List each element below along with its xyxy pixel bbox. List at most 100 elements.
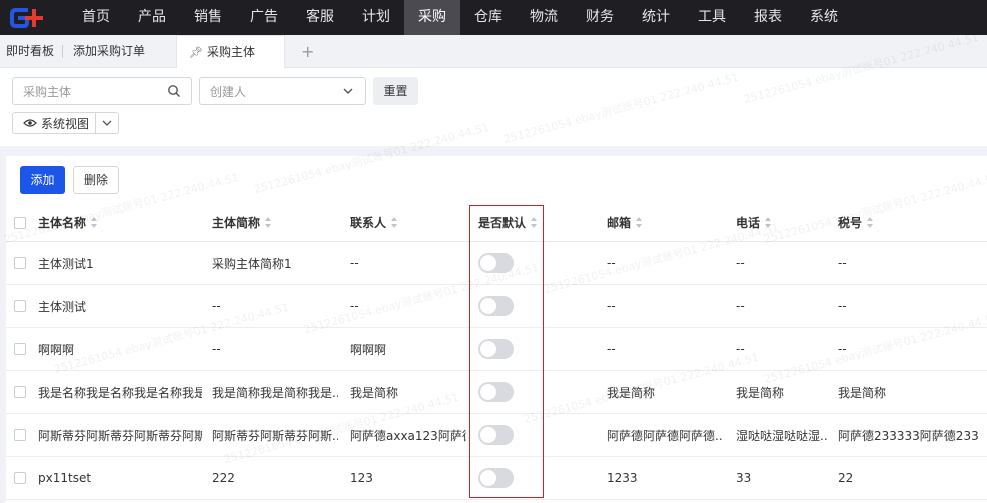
row-checkbox[interactable] bbox=[14, 343, 26, 355]
cell-phone: -- bbox=[736, 299, 745, 313]
creator-select[interactable]: 创建人 bbox=[199, 77, 366, 105]
column-label: 主体简称 bbox=[212, 216, 261, 230]
nav-item-plan[interactable]: 计划 bbox=[348, 0, 404, 35]
cell-tax: -- bbox=[838, 299, 847, 313]
column-header-short[interactable]: 主体简称 bbox=[212, 204, 272, 241]
row-checkbox[interactable] bbox=[14, 429, 26, 441]
pin-icon[interactable]: 📌︎ bbox=[189, 36, 203, 69]
cell-email: -- bbox=[607, 299, 616, 313]
creator-placeholder: 创建人 bbox=[210, 84, 247, 99]
sort-icon[interactable] bbox=[765, 217, 772, 228]
nav-item-service[interactable]: 客服 bbox=[292, 0, 348, 35]
cell-name: px11tset bbox=[38, 471, 92, 485]
table-row[interactable]: 主体测试1 采购主体简称1 -- -- -- -- bbox=[6, 242, 987, 285]
table-row[interactable]: px11tset 222 123 1233 33 22 bbox=[6, 457, 987, 500]
column-header-phone[interactable]: 电话 bbox=[736, 204, 772, 241]
tab-divider bbox=[62, 45, 63, 58]
table-card: 添加 删除 主体名称 主体简称 联系人 是否默认 邮箱 电话 税号 主体测试1 … bbox=[6, 156, 987, 503]
nav-item-purchase[interactable]: 采购 bbox=[404, 0, 460, 35]
table-row[interactable]: 阿斯蒂芬阿斯蒂芬阿斯蒂芬阿斯... 阿斯蒂芬阿斯蒂芬阿斯... 阿萨德axxa1… bbox=[6, 414, 987, 457]
nav-item-finance[interactable]: 财务 bbox=[572, 0, 628, 35]
cell-name: 我是名称我是名称我是名称我是... bbox=[38, 385, 202, 400]
sort-icon[interactable] bbox=[867, 217, 874, 228]
nav-item-sales[interactable]: 销售 bbox=[180, 0, 236, 35]
cell-tax: 22 bbox=[838, 471, 854, 485]
column-header-name[interactable]: 主体名称 bbox=[38, 204, 98, 241]
cell-email: -- bbox=[607, 342, 616, 356]
tab-purchase-subject[interactable]: 📌︎ 采购主体 bbox=[176, 35, 285, 68]
nav-item-ads[interactable]: 广告 bbox=[236, 0, 292, 35]
default-toggle[interactable] bbox=[478, 468, 514, 488]
cell-short: -- bbox=[212, 342, 221, 356]
row-checkbox[interactable] bbox=[14, 472, 26, 484]
sort-icon[interactable] bbox=[636, 217, 643, 228]
nav-item-reports[interactable]: 报表 bbox=[740, 0, 796, 35]
default-toggle[interactable] bbox=[478, 253, 514, 273]
add-button[interactable]: 添加 bbox=[20, 166, 65, 194]
column-label: 是否默认 bbox=[478, 216, 527, 230]
delete-button[interactable]: 删除 bbox=[73, 166, 119, 194]
logo-icon bbox=[10, 7, 43, 28]
nav-item-home[interactable]: 首页 bbox=[68, 0, 124, 35]
nav-item-logistics[interactable]: 物流 bbox=[516, 0, 572, 35]
default-toggle-cell bbox=[478, 371, 514, 413]
sort-icon[interactable] bbox=[531, 217, 538, 228]
nav-item-system[interactable]: 系统 bbox=[796, 0, 852, 35]
row-checkbox[interactable] bbox=[14, 257, 26, 269]
default-toggle-cell bbox=[478, 285, 514, 327]
nav-item-product[interactable]: 产品 bbox=[124, 0, 180, 35]
subject-placeholder: 采购主体 bbox=[23, 84, 72, 99]
column-label: 联系人 bbox=[350, 216, 387, 230]
cell-phone: 湿哒哒湿哒哒湿... bbox=[736, 428, 828, 443]
cell-phone: 我是简称 bbox=[736, 385, 785, 400]
default-toggle[interactable] bbox=[478, 339, 514, 359]
tab-dashboard[interactable]: 即时看板 bbox=[6, 35, 54, 68]
cell-name: 阿斯蒂芬阿斯蒂芬阿斯蒂芬阿斯... bbox=[38, 428, 202, 443]
nav-item-stats[interactable]: 统计 bbox=[628, 0, 684, 35]
column-header-contact[interactable]: 联系人 bbox=[350, 204, 398, 241]
cell-contact: 阿萨德axxa123阿萨德... bbox=[350, 428, 466, 443]
cell-contact: -- bbox=[350, 256, 359, 270]
subject-search-input[interactable]: 采购主体 bbox=[12, 77, 192, 105]
system-view-button[interactable]: 系统视图 bbox=[13, 113, 97, 133]
filter-panel: 采购主体 创建人 重置 系统视图 bbox=[0, 68, 987, 146]
view-dropdown-toggle[interactable] bbox=[96, 113, 118, 133]
row-checkbox[interactable] bbox=[14, 386, 26, 398]
cell-contact: 123 bbox=[350, 471, 373, 485]
default-toggle-cell bbox=[478, 457, 514, 499]
column-label: 税号 bbox=[838, 216, 863, 230]
sort-icon[interactable] bbox=[391, 217, 398, 228]
cell-short: 我是简称我是简称我是... bbox=[212, 385, 338, 400]
app-logo[interactable] bbox=[0, 0, 68, 35]
cell-short: 采购主体简称1 bbox=[212, 256, 292, 271]
sort-icon[interactable] bbox=[265, 217, 272, 228]
cell-short: 222 bbox=[212, 471, 235, 485]
reset-button[interactable]: 重置 bbox=[373, 77, 418, 105]
cell-tax: 我是简称 bbox=[838, 385, 887, 400]
default-toggle[interactable] bbox=[478, 382, 514, 402]
table-row[interactable]: 啊啊啊 -- 啊啊啊 -- -- -- bbox=[6, 328, 987, 371]
top-nav: 首页 产品 销售 广告 客服 计划 采购 仓库 物流 财务 统计 工具 报表 系… bbox=[0, 0, 987, 35]
column-label: 邮箱 bbox=[607, 216, 632, 230]
table-row[interactable]: 主体测试 -- -- -- -- -- bbox=[6, 285, 987, 328]
chevron-down-icon bbox=[343, 88, 353, 94]
select-all-checkbox[interactable] bbox=[14, 216, 26, 229]
default-toggle-cell bbox=[478, 414, 514, 456]
default-toggle[interactable] bbox=[478, 296, 514, 316]
add-tab-button[interactable]: + bbox=[301, 35, 314, 68]
nav-item-tools[interactable]: 工具 bbox=[684, 0, 740, 35]
sort-icon[interactable] bbox=[91, 217, 98, 228]
cell-email: 1233 bbox=[607, 471, 638, 485]
row-checkbox[interactable] bbox=[14, 300, 26, 312]
nav-item-warehouse[interactable]: 仓库 bbox=[460, 0, 516, 35]
column-header-tax[interactable]: 税号 bbox=[838, 204, 874, 241]
view-selector[interactable]: 系统视图 bbox=[12, 112, 120, 134]
tab-add-purchase-order[interactable]: 添加采购订单 bbox=[73, 35, 145, 68]
cell-contact: 啊啊啊 bbox=[350, 342, 387, 357]
default-toggle[interactable] bbox=[478, 425, 514, 445]
table-row[interactable]: 我是名称我是名称我是名称我是... 我是简称我是简称我是... 我是简称 我是简… bbox=[6, 371, 987, 414]
search-icon[interactable] bbox=[167, 84, 181, 98]
column-header-email[interactable]: 邮箱 bbox=[607, 204, 643, 241]
column-header-default[interactable]: 是否默认 bbox=[478, 204, 538, 241]
cell-tax: 阿萨德233333阿萨德2333... bbox=[838, 428, 978, 443]
